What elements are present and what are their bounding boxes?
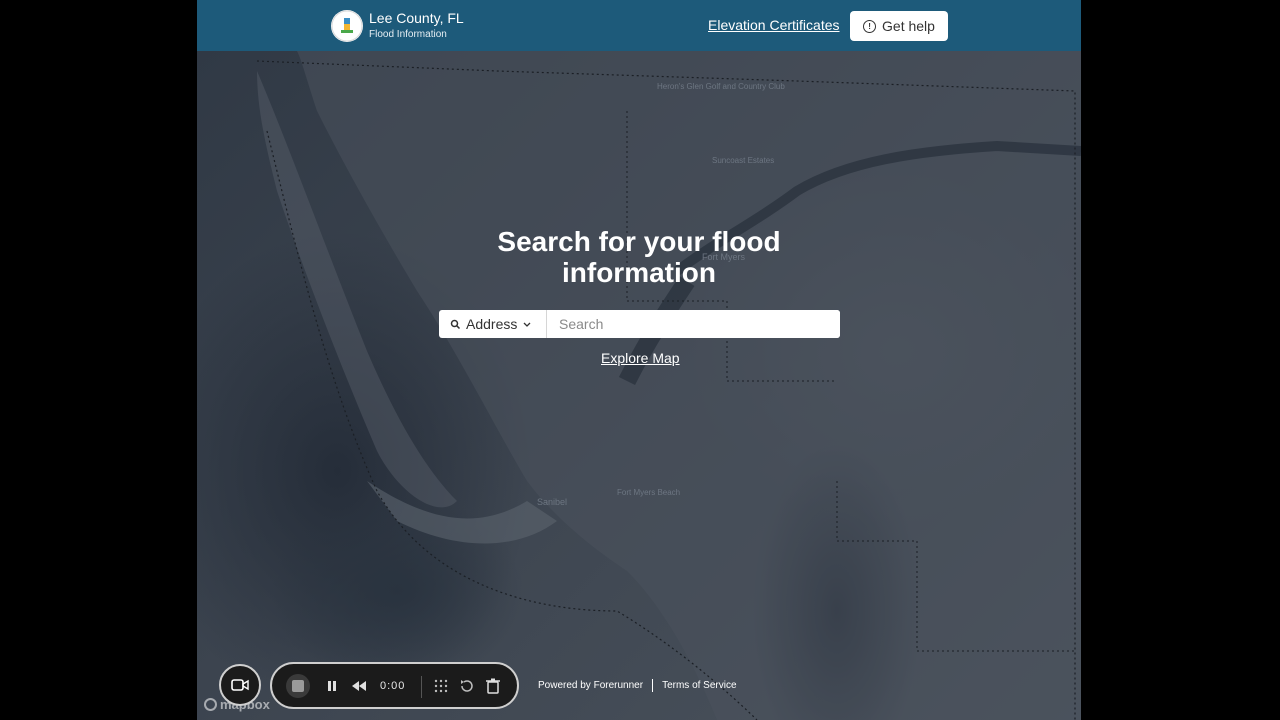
info-icon: ! — [863, 19, 877, 33]
stop-icon — [292, 680, 304, 692]
map-label-fort-myers-beach: Fort Myers Beach — [617, 488, 680, 497]
recording-timer: 0:00 — [380, 680, 406, 692]
mapbox-icon — [204, 698, 217, 711]
brand-title: Lee County, FL — [369, 10, 464, 26]
explore-map-link[interactable]: Explore Map — [601, 350, 680, 366]
map-background[interactable]: Fort Myers Sanibel Fort Myers Beach Hero… — [197, 51, 1081, 720]
map-label-suncoast-estates: Suncoast Estates — [712, 156, 774, 165]
search-bar: Address — [439, 310, 840, 338]
page-title: Search for your flood information — [497, 226, 781, 288]
top-header: Lee County, FL Flood Information Elevati… — [197, 0, 1081, 51]
restart-icon[interactable] — [458, 677, 476, 695]
search-icon — [450, 319, 461, 329]
brand-subtitle: Flood Information — [369, 29, 447, 40]
trash-icon[interactable] — [484, 677, 502, 695]
get-help-label: Get help — [882, 18, 935, 34]
powered-by-link[interactable]: Powered by Forerunner — [538, 680, 643, 691]
stop-recording-button[interactable] — [286, 674, 310, 698]
app-window: Fort Myers Sanibel Fort Myers Beach Hero… — [197, 0, 1081, 720]
map-label-sanibel: Sanibel — [537, 497, 567, 507]
rewind-icon[interactable] — [350, 677, 368, 695]
elevation-certificates-link[interactable]: Elevation Certificates — [708, 17, 840, 33]
grid-dots-icon[interactable] — [432, 677, 450, 695]
footer: Powered by Forerunner Terms of Service — [538, 679, 737, 692]
toolbar-divider — [421, 676, 422, 698]
chevron-down-icon — [523, 322, 531, 327]
get-help-button[interactable]: ! Get help — [850, 11, 948, 41]
map-label-herons-glen: Heron's Glen Golf and Country Club — [657, 82, 785, 91]
camera-toggle-button[interactable] — [219, 664, 261, 706]
search-type-label: Address — [466, 316, 518, 332]
map-canvas: Fort Myers Sanibel Fort Myers Beach Hero… — [256, 51, 1081, 720]
search-type-select[interactable]: Address — [439, 310, 547, 338]
terms-link[interactable]: Terms of Service — [662, 680, 736, 691]
video-camera-icon — [231, 679, 249, 691]
search-input[interactable] — [547, 310, 840, 338]
county-logo — [331, 10, 363, 42]
pause-icon[interactable] — [323, 677, 341, 695]
recording-toolbar: 0:00 — [270, 662, 519, 709]
footer-divider — [652, 679, 654, 692]
